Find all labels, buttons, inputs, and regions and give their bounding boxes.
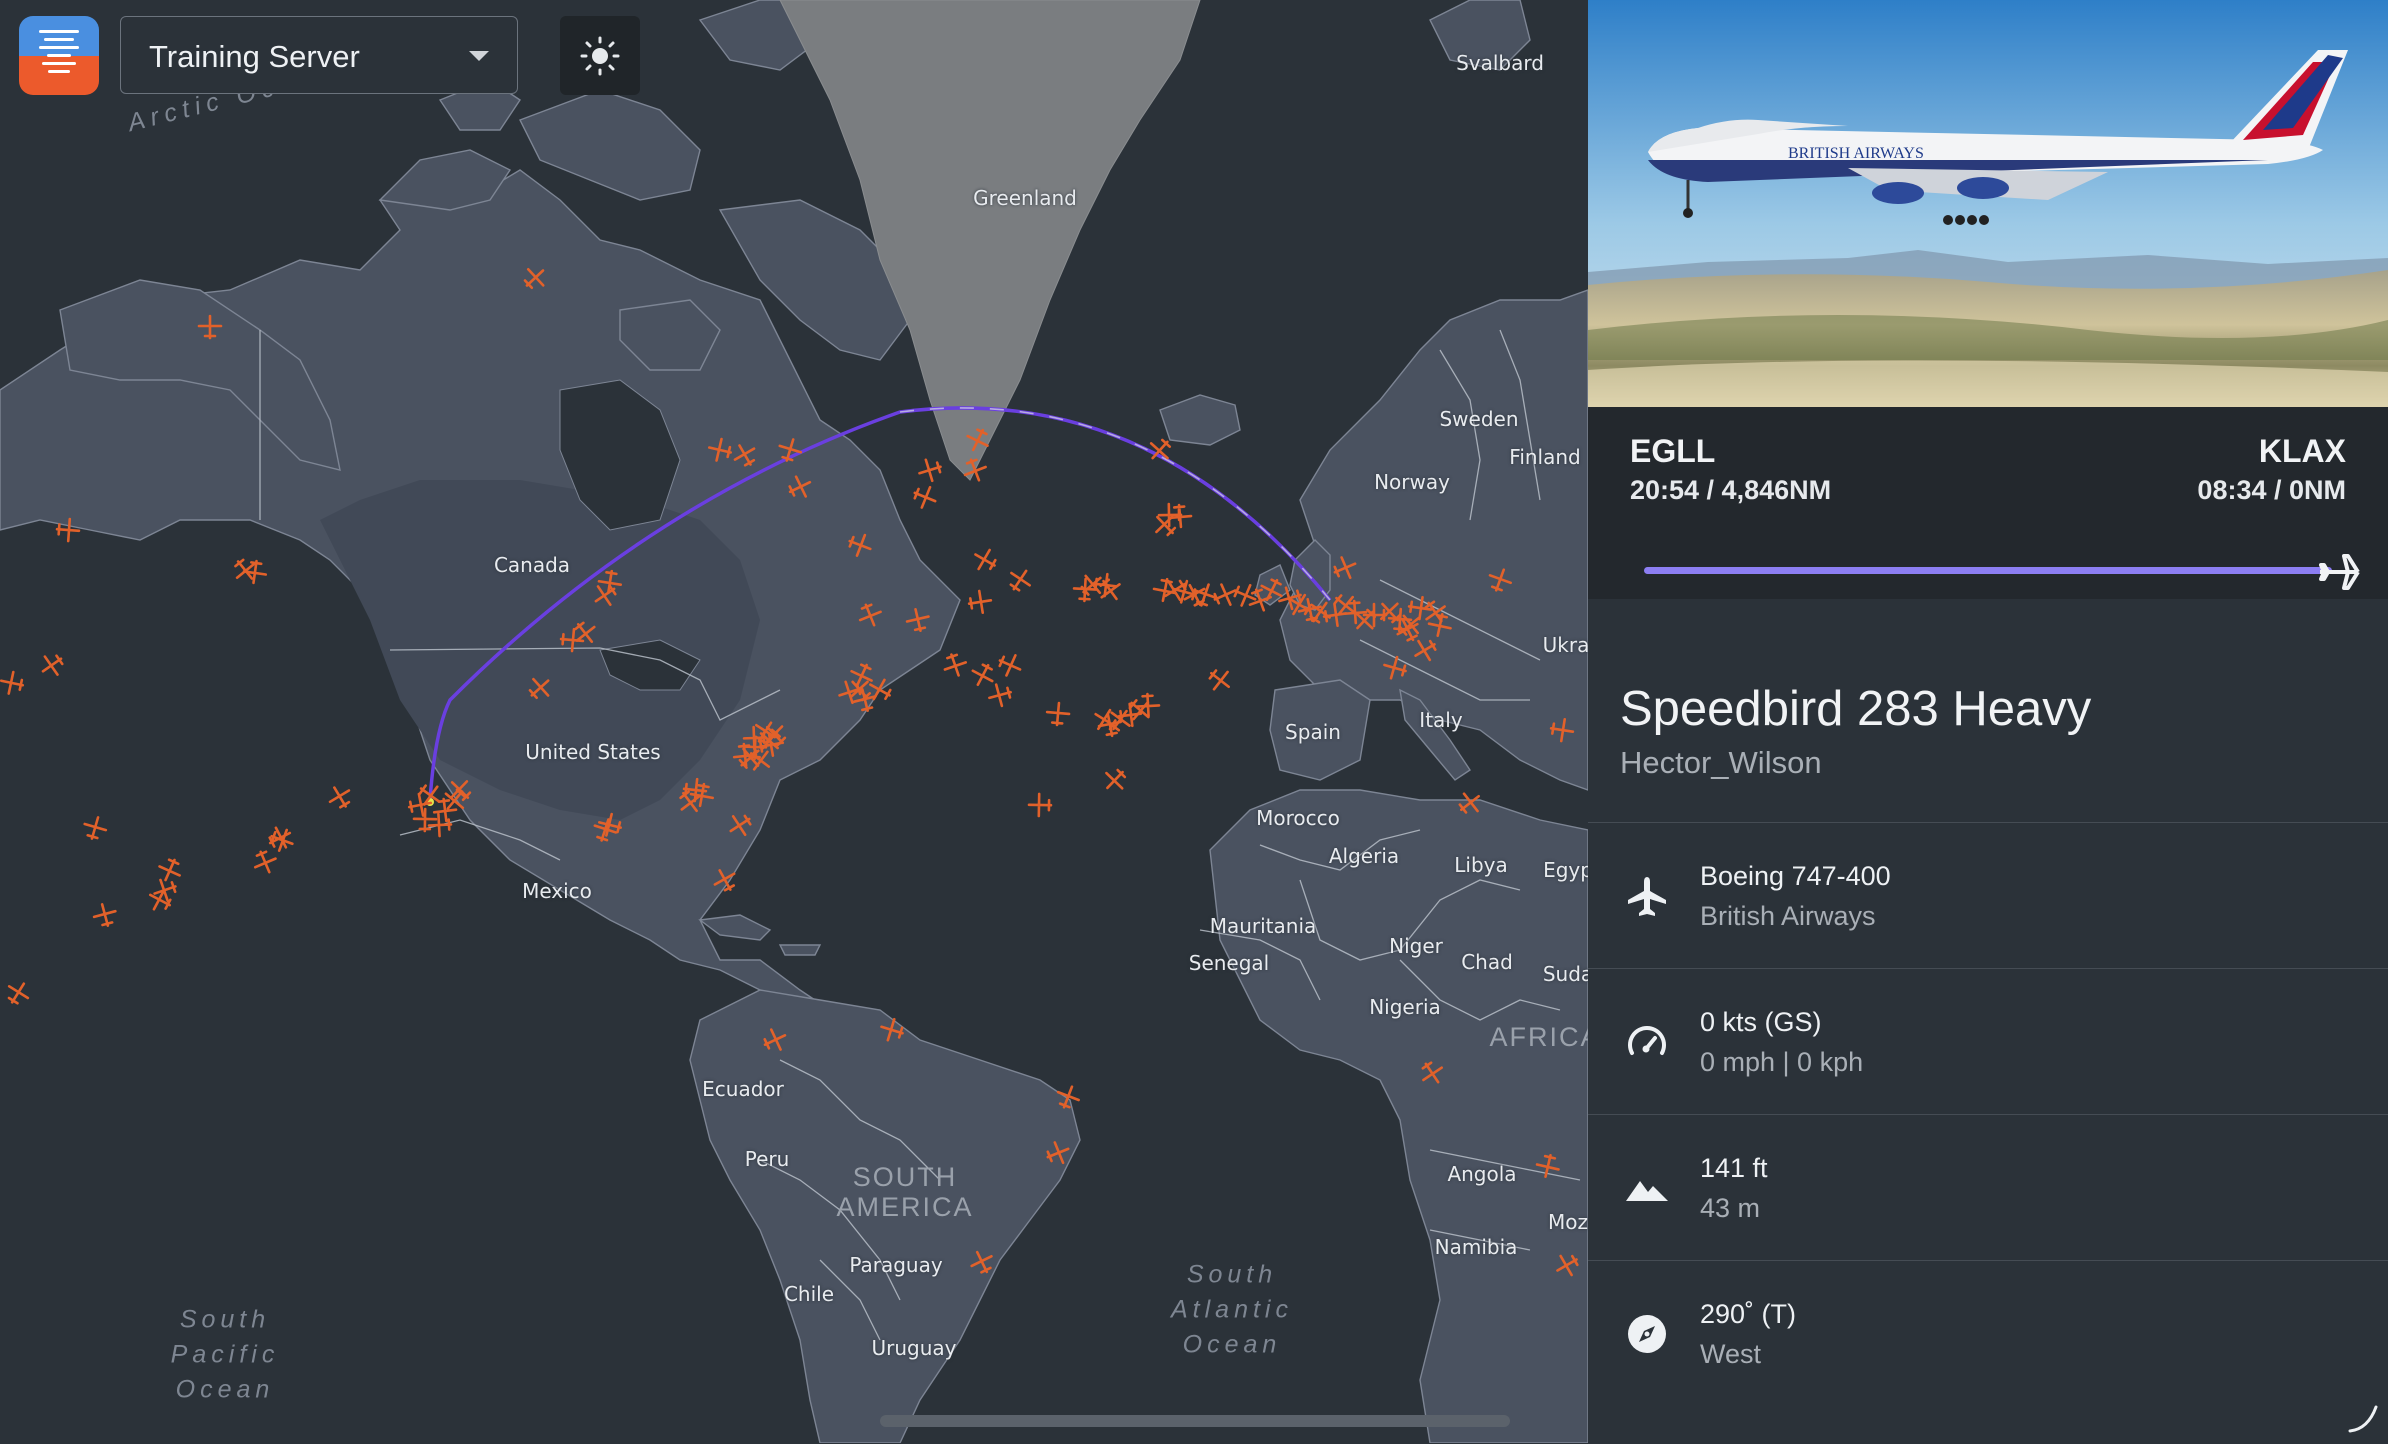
ocean-label-south-pacific: South Pacific Ocean: [170, 1305, 280, 1404]
country-label: Spain: [1285, 720, 1341, 744]
aircraft-photo: BRITISH AIRWAYS: [1588, 0, 2388, 407]
country-label: Moz: [1548, 1210, 1588, 1234]
heading-degrees: 290˚ (T): [1700, 1299, 1797, 1329]
aircraft-marker-icon[interactable]: [1045, 701, 1071, 727]
aircraft-marker-icon[interactable]: [251, 848, 280, 877]
country-label: Uruguay: [871, 1336, 957, 1360]
ocean-label-south-atlantic: South Atlantic Ocean: [1171, 1260, 1293, 1359]
country-label: United States: [525, 740, 661, 764]
country-label: Morocco: [1256, 806, 1340, 830]
map-basemap: [0, 0, 1588, 1443]
aircraft-marker-icon[interactable]: [1099, 764, 1130, 795]
aircraft-marker-icon[interactable]: [1005, 565, 1036, 596]
flight-info-panel: BRITISH AIRWAYS EGLL 20:54 / 4,846NM KLA…: [1588, 0, 2388, 1443]
aircraft-marker-icon[interactable]: [37, 650, 68, 681]
departure-meta: 20:54 / 4,846NM: [1630, 475, 1832, 505]
country-label: Ecuador: [702, 1077, 784, 1101]
aircraft-marker-icon[interactable]: [1090, 705, 1120, 735]
pilot-name: Hector_Wilson: [1620, 745, 1822, 780]
aircraft-marker-icon[interactable]: [325, 782, 355, 812]
aircraft-marker-icon[interactable]: [970, 545, 1000, 575]
country-label: Angola: [1447, 1162, 1517, 1186]
aircraft-marker-icon[interactable]: [242, 559, 268, 585]
country-label: Norway: [1374, 470, 1450, 494]
aircraft-marker-icon[interactable]: [145, 885, 175, 915]
departure-code: EGLL: [1630, 433, 1716, 469]
heading-cardinal: West: [1700, 1339, 1762, 1369]
airplane-icon: [2319, 554, 2360, 590]
aircraft-marker-icon[interactable]: [995, 650, 1024, 679]
altitude-meters: 43 m: [1700, 1193, 1761, 1223]
speed-conversions: 0 mph | 0 kph: [1700, 1047, 1864, 1077]
compass-icon: [1628, 1315, 1666, 1353]
arrival-code: KLAX: [2258, 433, 2346, 469]
app-logo[interactable]: [19, 16, 99, 95]
aircraft-marker-icon[interactable]: [941, 651, 969, 679]
aircraft-marker-icon[interactable]: [967, 589, 993, 615]
country-label: Suda: [1542, 962, 1588, 986]
aircraft-type: Boeing 747-400: [1700, 861, 1891, 891]
speedometer-icon: [1628, 1026, 1666, 1055]
sun-icon: [580, 36, 620, 76]
country-label: Svalbard: [1456, 51, 1544, 75]
country-label: Italy: [1419, 708, 1463, 732]
aircraft-marker-icon[interactable]: [268, 826, 296, 854]
continent-label-africa: AFRICA: [1489, 1022, 1588, 1052]
country-label: Senegal: [1188, 951, 1270, 975]
country-label: Chile: [783, 1282, 835, 1306]
country-label: Libya: [1454, 853, 1508, 877]
aircraft-type-row: Boeing 747-400 British Airways: [1588, 822, 2388, 969]
map-scrollbar[interactable]: [880, 1415, 1510, 1427]
country-label: Niger: [1389, 934, 1443, 958]
chevron-down-icon: [469, 51, 489, 61]
arrival-meta: 08:34 / 0NM: [2197, 475, 2346, 505]
country-label: Nigeria: [1369, 995, 1441, 1019]
altitude-row: 141 ft 43 m: [1588, 1114, 2388, 1261]
country-label: Paraguay: [849, 1253, 943, 1277]
altitude-feet: 141 ft: [1700, 1153, 1768, 1183]
ground-speed: 0 kts (GS): [1700, 1007, 1822, 1037]
aircraft-marker-icon[interactable]: [3, 978, 33, 1008]
flight-progress-bar: [1644, 567, 2332, 574]
aircraft-marker-icon[interactable]: [92, 902, 119, 929]
aircraft-marker-icon[interactable]: [1027, 792, 1053, 818]
server-select[interactable]: Training Server: [120, 16, 518, 94]
theme-toggle-button[interactable]: [560, 16, 640, 95]
airplane-icon: [1628, 877, 1666, 916]
country-label: Ukra: [1542, 633, 1588, 657]
aircraft-marker-icon[interactable]: [987, 682, 1014, 709]
heading-row: 290˚ (T) West: [1588, 1260, 2388, 1444]
aircraft-marker-icon[interactable]: [968, 660, 998, 690]
aircraft-marker-icon[interactable]: [916, 456, 943, 483]
aircraft-marker-icon[interactable]: [427, 812, 453, 838]
aircraft-marker-icon[interactable]: [412, 807, 438, 833]
country-label: Mexico: [522, 879, 592, 903]
country-label: Finland: [1509, 445, 1581, 469]
country-label: Greenland: [973, 186, 1077, 210]
country-label: Sweden: [1439, 407, 1519, 431]
continent-label-south-america: SOUTH AMERICA: [836, 1162, 974, 1222]
country-label: Algeria: [1328, 844, 1400, 868]
callsign: Speedbird 283 Heavy: [1620, 682, 2092, 736]
aircraft-marker-icon[interactable]: [0, 670, 25, 696]
callsign-block: Speedbird 283 Heavy Hector_Wilson: [1588, 599, 2388, 822]
server-select-label: Training Server: [149, 39, 360, 74]
route-summary: EGLL 20:54 / 4,846NM KLAX 08:34 / 0NM: [1588, 407, 2388, 599]
airline-name: British Airways: [1700, 901, 1876, 931]
aircraft-marker-icon[interactable]: [911, 483, 940, 512]
speed-row: 0 kts (GS) 0 mph | 0 kph: [1588, 968, 2388, 1115]
country-label: Mauritania: [1209, 914, 1317, 938]
svg-text:BRITISH AIRWAYS: BRITISH AIRWAYS: [1788, 145, 1924, 162]
country-label: Namibia: [1434, 1235, 1518, 1259]
mountain-icon: [1626, 1181, 1668, 1201]
resize-handle-icon[interactable]: [2344, 1399, 2380, 1435]
country-label: Chad: [1461, 950, 1513, 974]
country-label: Canada: [493, 553, 571, 577]
country-label: Egyp: [1543, 858, 1588, 882]
aircraft-marker-icon[interactable]: [81, 814, 108, 841]
world-map[interactable]: Arctic Ocean South Pacific Ocean South A…: [0, 0, 1588, 1443]
country-label: Peru: [744, 1147, 790, 1171]
aircraft-marker-icon[interactable]: [1205, 665, 1236, 696]
